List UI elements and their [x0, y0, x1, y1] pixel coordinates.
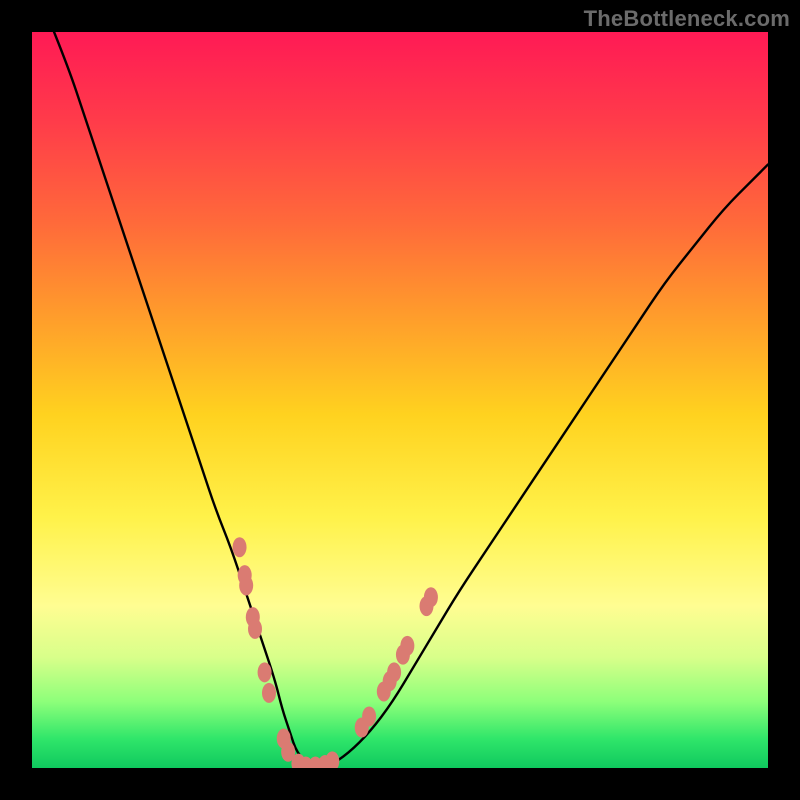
data-marker — [387, 662, 401, 682]
data-marker — [233, 537, 247, 557]
data-marker — [239, 575, 253, 595]
data-marker — [420, 596, 434, 616]
data-marker — [318, 755, 332, 768]
data-marker — [355, 718, 369, 738]
data-marker — [383, 671, 397, 691]
data-marker — [308, 757, 322, 768]
data-marker — [246, 607, 260, 627]
chart-stage: TheBottleneck.com — [0, 0, 800, 800]
watermark-text: TheBottleneck.com — [584, 6, 790, 32]
data-marker — [362, 706, 376, 726]
data-marker — [277, 729, 291, 749]
data-marker — [400, 636, 414, 656]
data-marker — [377, 681, 391, 701]
curve-layer — [32, 32, 768, 768]
data-marker — [281, 742, 295, 762]
data-marker — [396, 645, 410, 665]
data-marker — [325, 751, 339, 768]
data-marker — [299, 757, 313, 768]
data-marker — [248, 619, 262, 639]
bottleneck-curve — [54, 32, 768, 768]
data-marker — [262, 683, 276, 703]
data-marker — [238, 565, 252, 585]
data-marker — [258, 662, 272, 682]
plot-area — [32, 32, 768, 768]
data-marker — [424, 587, 438, 607]
data-marker — [291, 754, 305, 768]
data-markers — [233, 537, 438, 768]
